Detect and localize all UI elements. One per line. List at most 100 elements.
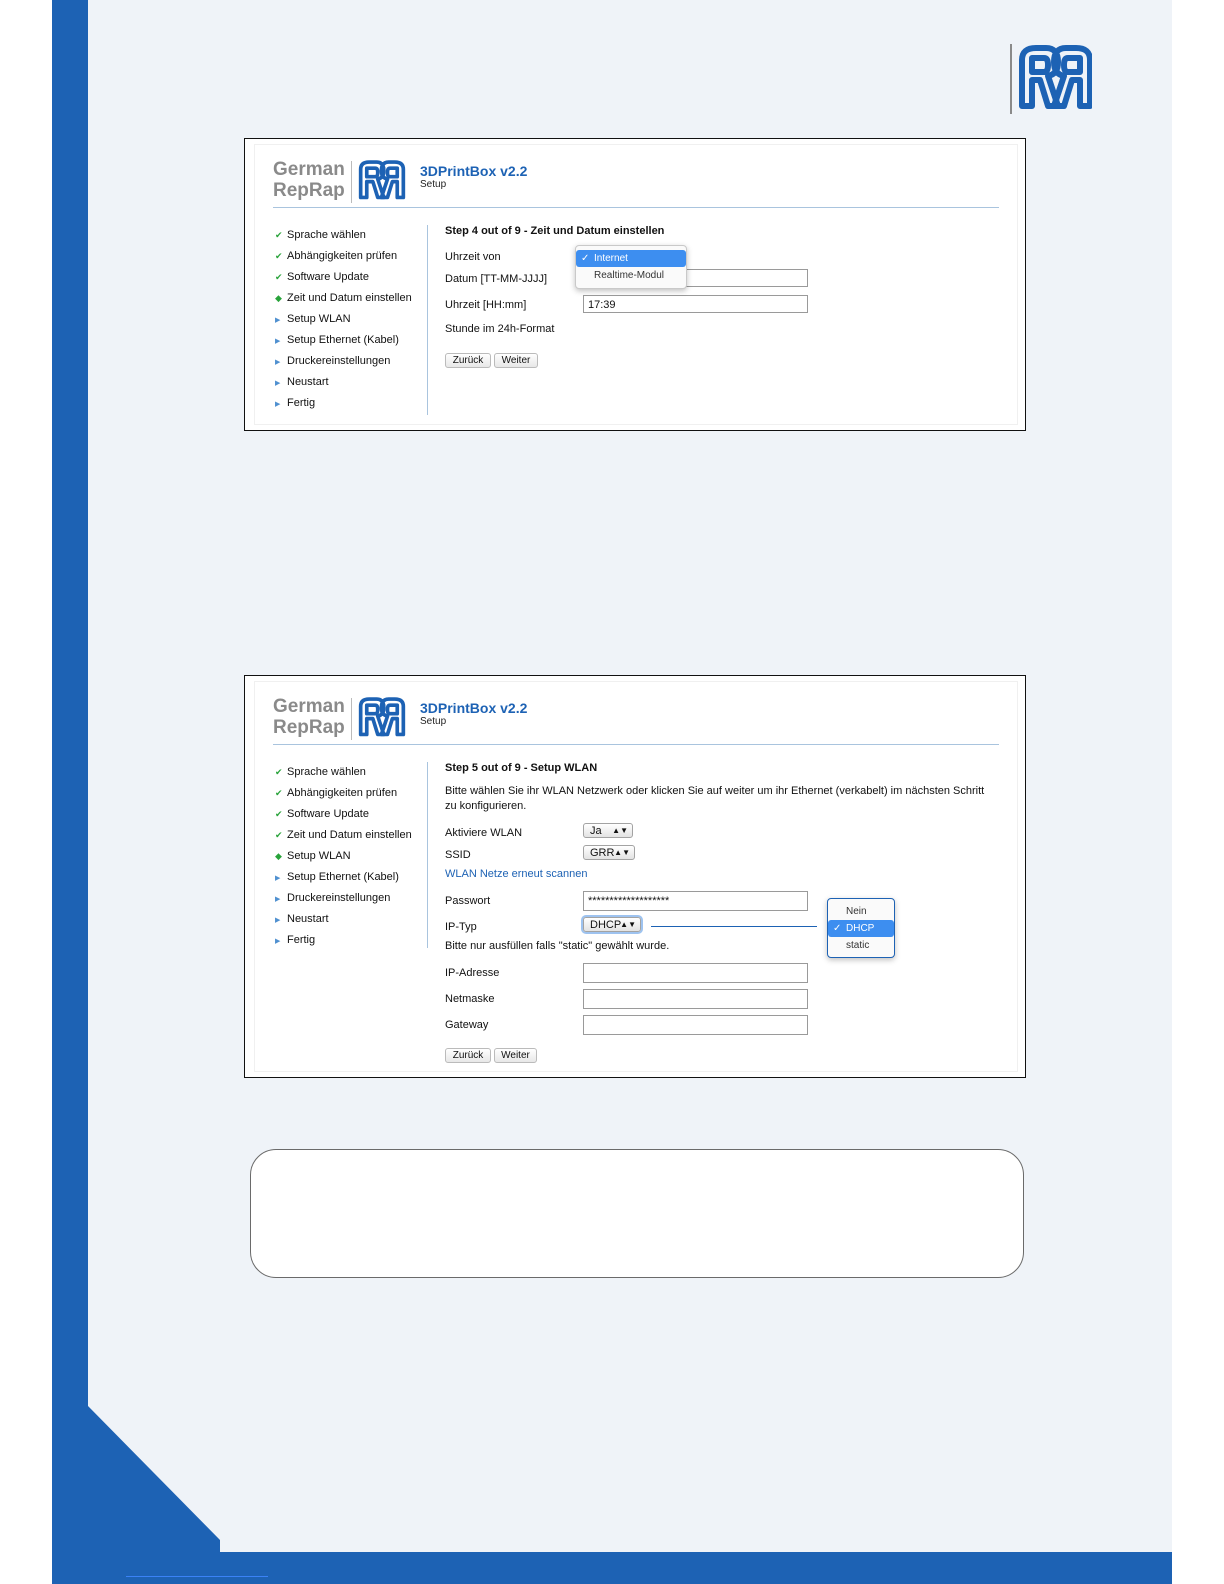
triangle-right-icon: ▶ bbox=[275, 317, 281, 324]
nav-item-label: Setup Ethernet (Kabel) bbox=[287, 871, 399, 883]
nav-item-label: Setup Ethernet (Kabel) bbox=[287, 334, 399, 346]
ip-address-input[interactable] bbox=[583, 963, 808, 983]
nav-item-label: Druckereinstellungen bbox=[287, 355, 391, 367]
nav-item-setup-ethernet[interactable]: ▶ Setup Ethernet (Kabel) bbox=[275, 334, 435, 352]
gateway-input[interactable] bbox=[583, 1015, 808, 1035]
check-icon: ✔ bbox=[275, 809, 283, 819]
static-hint: Bitte nur ausfüllen falls "static" gewäh… bbox=[445, 940, 670, 952]
nav-item-zeit-datum[interactable]: ◆ Zeit und Datum einstellen bbox=[275, 292, 435, 310]
next-button[interactable]: Weiter bbox=[494, 353, 538, 368]
dropdown-option-dhcp[interactable]: ✓ DHCP bbox=[828, 920, 894, 937]
footer-link-underline bbox=[126, 1576, 268, 1577]
time-format-hint: Stunde im 24h-Format bbox=[445, 323, 555, 335]
nav-item-sprache[interactable]: ✔ Sprache wählen bbox=[275, 766, 435, 784]
header-rule bbox=[273, 207, 999, 208]
check-icon: ✔ bbox=[275, 767, 283, 777]
netmask-input[interactable] bbox=[583, 989, 808, 1009]
brand-line1: German bbox=[273, 159, 345, 180]
setup-window: German RepRap 3DPrintBox v2.2 Setup ✔ Spra… bbox=[255, 145, 1017, 424]
checkmark-icon: ✓ bbox=[581, 253, 590, 264]
nav-item-neustart[interactable]: ▶ Neustart bbox=[275, 913, 435, 931]
iptype-dropdown[interactable]: Nein ✓ DHCP static bbox=[827, 898, 895, 958]
dropdown-option-nein[interactable]: Nein bbox=[828, 903, 894, 920]
nav-item-setup-wlan[interactable]: ◆ Setup WLAN bbox=[275, 850, 435, 868]
dropdown-option-label: static bbox=[846, 940, 870, 951]
wlan-intro-text: Bitte wählen Sie ihr WLAN Netzwerk oder … bbox=[445, 785, 985, 812]
password-input[interactable]: ******************* bbox=[583, 891, 808, 911]
dropdown-option-label: Internet bbox=[594, 253, 628, 264]
time-input[interactable]: 17:39 bbox=[583, 295, 808, 313]
nav-item-label: Zeit und Datum einstellen bbox=[287, 829, 412, 841]
reprap-logo-icon bbox=[358, 697, 406, 737]
nav-item-fertig[interactable]: ▶ Fertig bbox=[275, 934, 435, 952]
nav-item-abhaengigkeiten[interactable]: ✔ Abhängigkeiten prüfen bbox=[275, 787, 435, 805]
nav-item-druckereinstellungen[interactable]: ▶ Druckereinstellungen bbox=[275, 892, 435, 910]
wlan-rescan-link[interactable]: WLAN Netze erneut scannen bbox=[445, 868, 587, 880]
brand-divider bbox=[351, 161, 352, 203]
nav-item-setup-ethernet[interactable]: ▶ Setup Ethernet (Kabel) bbox=[275, 871, 435, 889]
screenshot-step4: German RepRap 3DPrintBox v2.2 Setup ✔ Spra… bbox=[244, 138, 1026, 431]
reprap-logo-icon bbox=[358, 160, 406, 200]
app-subtitle: Setup bbox=[420, 179, 447, 190]
dropdown-option-realtime[interactable]: Realtime-Modul bbox=[576, 267, 686, 284]
app-subtitle: Setup bbox=[420, 716, 447, 727]
triangle-right-icon: ▶ bbox=[275, 896, 281, 903]
gateway-label: Gateway bbox=[445, 1019, 489, 1031]
password-label: Passwort bbox=[445, 895, 491, 907]
nav-item-label: Setup WLAN bbox=[287, 850, 351, 862]
triangle-right-icon: ▶ bbox=[275, 917, 281, 924]
nav-item-fertig[interactable]: ▶ Fertig bbox=[275, 397, 435, 415]
nav-item-druckereinstellungen[interactable]: ▶ Druckereinstellungen bbox=[275, 355, 435, 373]
ssid-label: SSID bbox=[445, 849, 471, 861]
reprap-logo-icon bbox=[1010, 44, 1092, 114]
nav-item-label: Setup WLAN bbox=[287, 313, 351, 325]
diamond-icon: ◆ bbox=[275, 851, 282, 861]
back-button[interactable]: Zurück bbox=[445, 353, 491, 368]
nav-item-label: Software Update bbox=[287, 808, 369, 820]
check-icon: ✔ bbox=[275, 788, 283, 798]
back-button[interactable]: Zurück bbox=[445, 1048, 491, 1063]
netmask-label: Netmaske bbox=[445, 993, 495, 1005]
nav-item-label: Zeit und Datum einstellen bbox=[287, 292, 412, 304]
triangle-right-icon: ▶ bbox=[275, 401, 281, 408]
check-icon: ✔ bbox=[275, 251, 283, 261]
nav-item-software-update[interactable]: ✔ Software Update bbox=[275, 808, 435, 826]
nav-item-neustart[interactable]: ▶ Neustart bbox=[275, 376, 435, 394]
nav-item-label: Neustart bbox=[287, 376, 329, 388]
nav-item-setup-wlan[interactable]: ▶ Setup WLAN bbox=[275, 313, 435, 331]
brand-divider bbox=[351, 698, 352, 740]
nav-item-label: Sprache wählen bbox=[287, 229, 366, 241]
nav-item-label: Neustart bbox=[287, 913, 329, 925]
next-button[interactable]: Weiter bbox=[494, 1048, 537, 1063]
app-title: 3DPrintBox v2.2 bbox=[420, 163, 528, 179]
sidebar-divider bbox=[427, 225, 428, 415]
ssid-select[interactable]: GRR ▲▼ bbox=[583, 845, 635, 860]
updown-arrows-icon: ▲▼ bbox=[612, 826, 628, 835]
triangle-right-icon: ▶ bbox=[275, 938, 281, 945]
sidebar-divider bbox=[427, 762, 428, 948]
nav-item-abhaengigkeiten[interactable]: ✔ Abhängigkeiten prüfen bbox=[275, 250, 435, 268]
nav-item-sprache[interactable]: ✔ Sprache wählen bbox=[275, 229, 435, 247]
check-icon: ✔ bbox=[275, 230, 283, 240]
wlan-enable-label: Aktiviere WLAN bbox=[445, 827, 523, 839]
brand-line1: German bbox=[273, 696, 345, 717]
dropdown-option-static[interactable]: static bbox=[828, 937, 894, 954]
time-label: Uhrzeit [HH:mm] bbox=[445, 299, 527, 311]
bottom-left-corner-shape bbox=[52, 1400, 220, 1560]
nav-item-software-update[interactable]: ✔ Software Update bbox=[275, 271, 435, 289]
brand-line2: RepRap bbox=[273, 180, 345, 201]
triangle-right-icon: ▶ bbox=[275, 875, 281, 882]
updown-arrows-icon: ▲▼ bbox=[620, 920, 636, 929]
wlan-enable-select[interactable]: Ja ▲▼ bbox=[583, 823, 633, 838]
ip-address-label: IP-Adresse bbox=[445, 967, 500, 979]
iptype-select[interactable]: DHCP ▲▼ bbox=[583, 917, 641, 932]
date-label: Datum [TT-MM-JJJJ] bbox=[445, 273, 548, 285]
brand-line2: RepRap bbox=[273, 717, 345, 738]
triangle-right-icon: ▶ bbox=[275, 380, 281, 387]
step-title: Step 4 out of 9 - Zeit und Datum einstel… bbox=[445, 225, 665, 237]
dropdown-option-internet[interactable]: ✓ Internet bbox=[576, 250, 686, 267]
nav-item-zeit-datum[interactable]: ✔ Zeit und Datum einstellen bbox=[275, 829, 435, 847]
checkmark-icon: ✓ bbox=[833, 923, 842, 934]
bottom-accent-bar bbox=[52, 1552, 1172, 1584]
time-source-dropdown[interactable]: ✓ Internet Realtime-Modul bbox=[575, 245, 687, 289]
